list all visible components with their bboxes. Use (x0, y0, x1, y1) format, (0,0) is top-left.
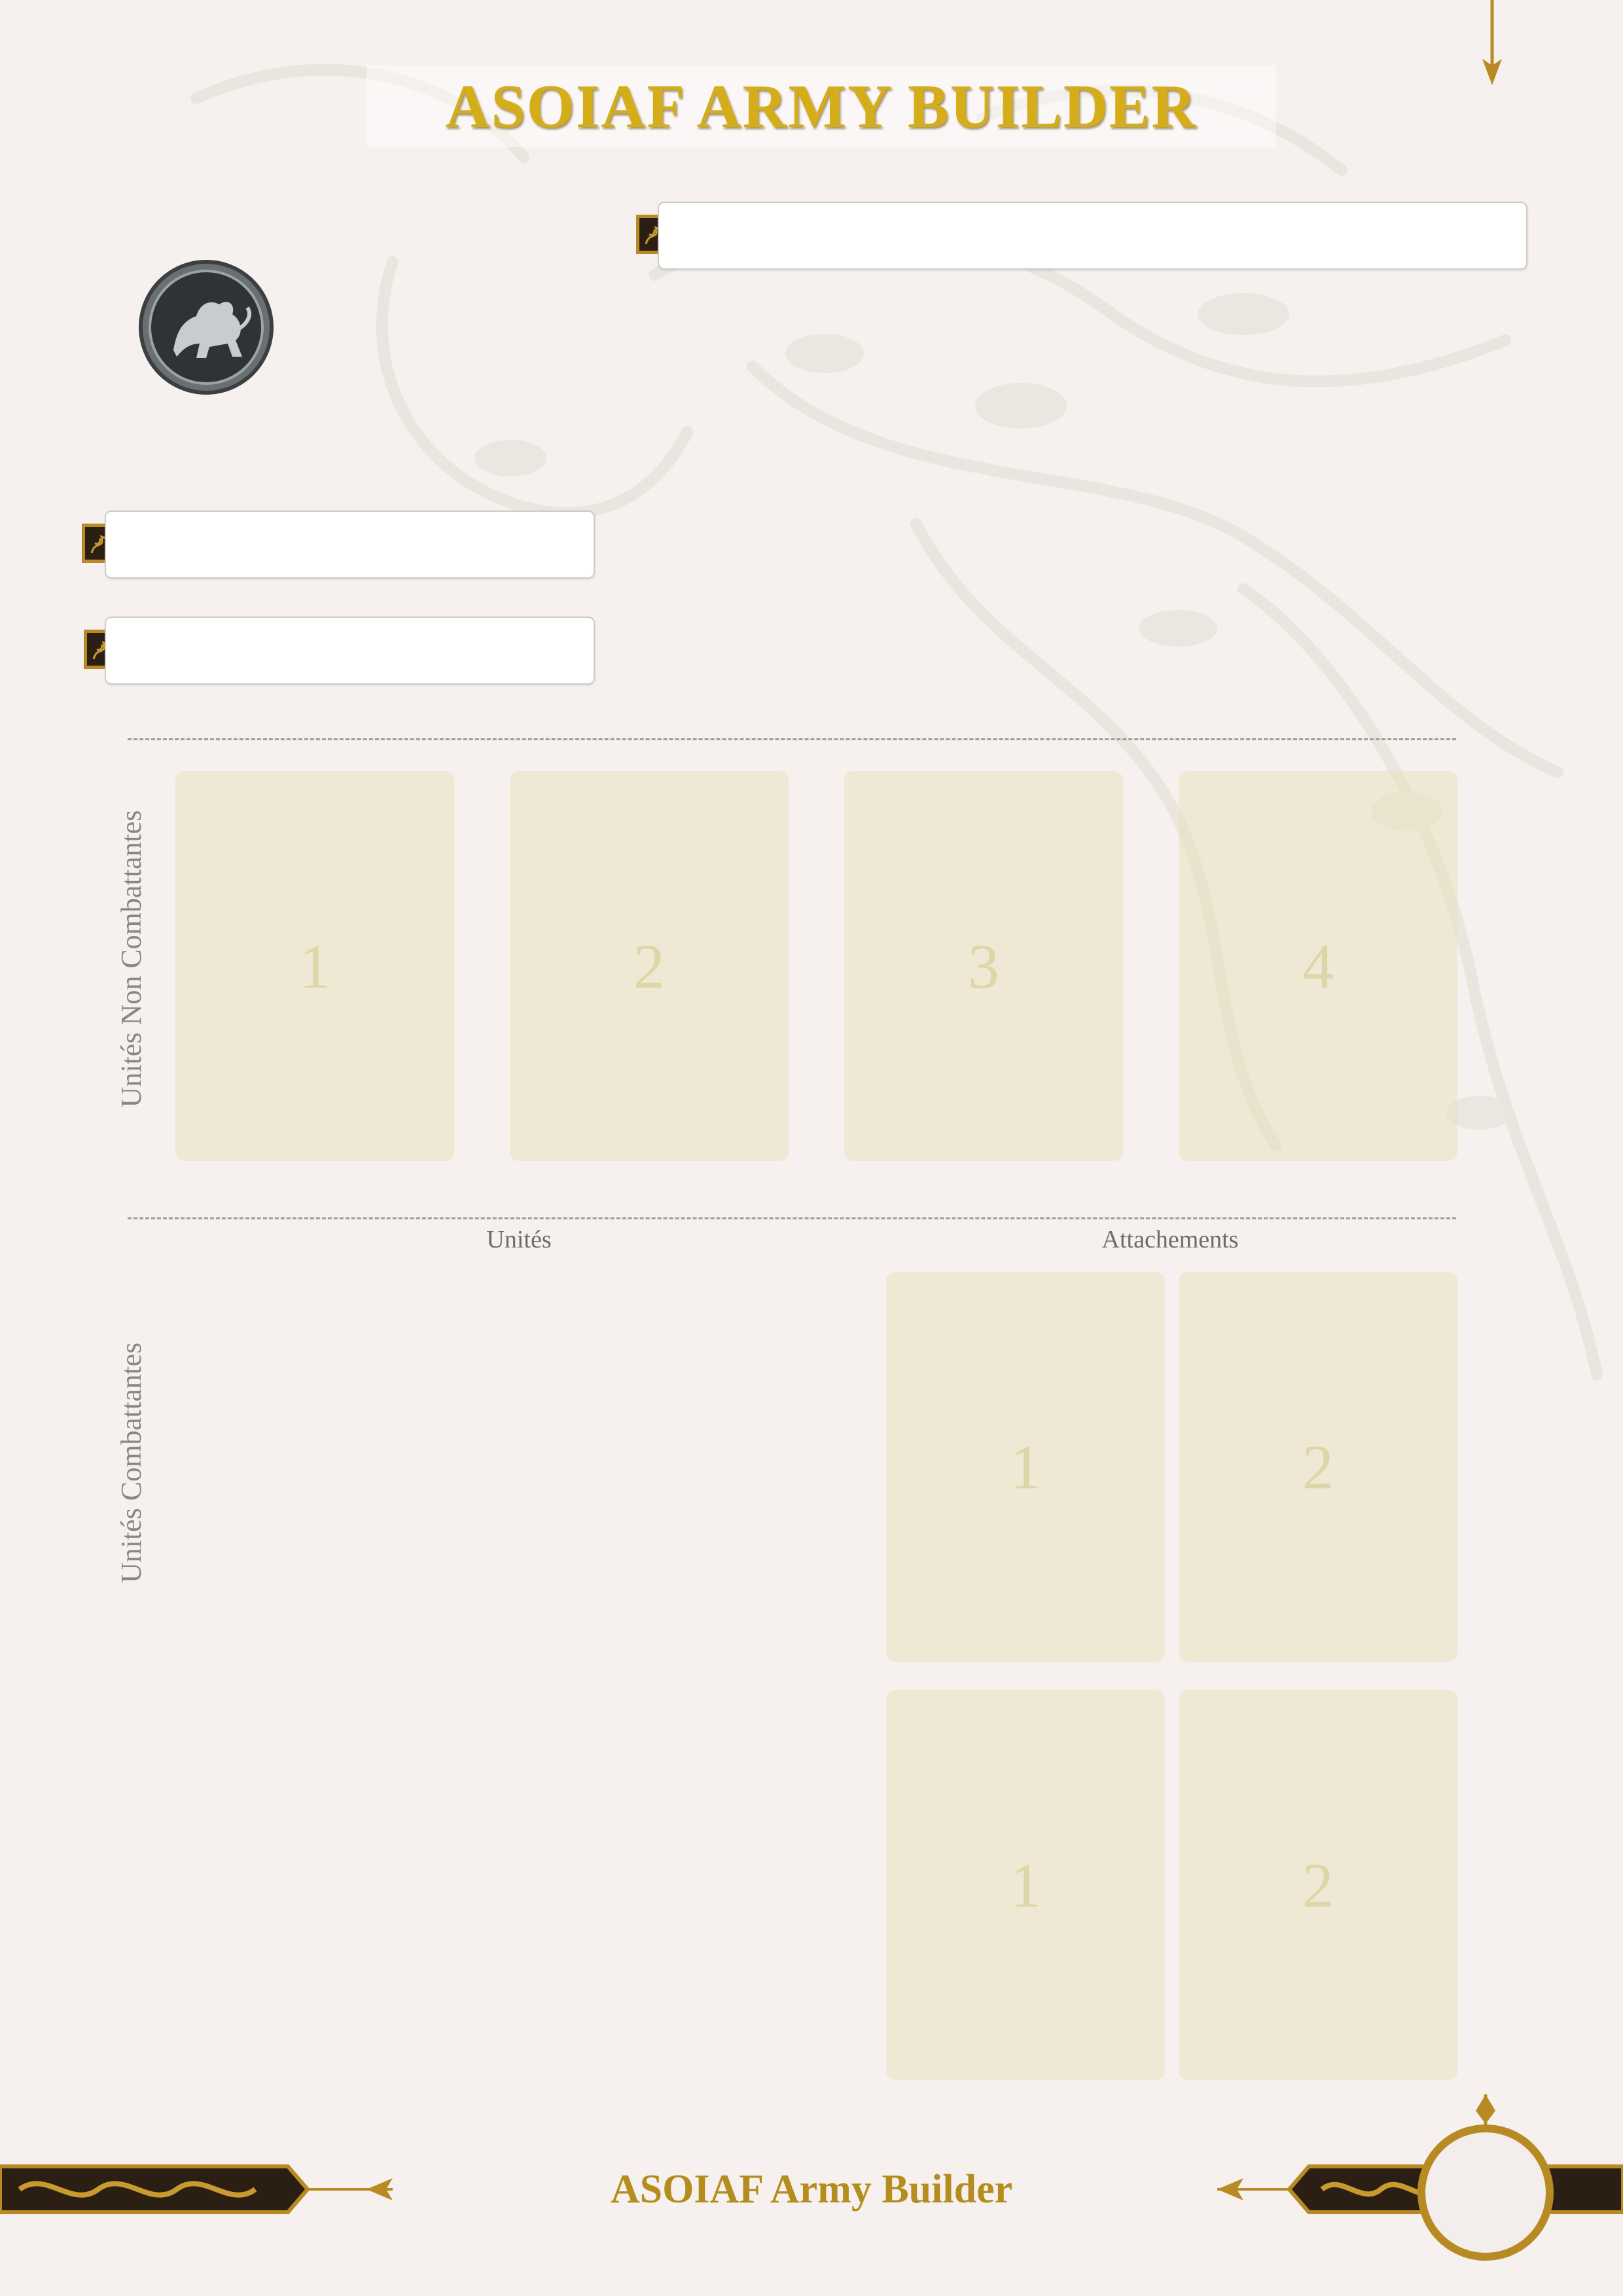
section-divider (128, 1217, 1456, 1219)
top-ornament (1482, 0, 1502, 85)
non-combat-slot[interactable]: 3 (844, 771, 1123, 1161)
section-divider (128, 738, 1456, 740)
attachment-slot[interactable]: 1 (886, 1690, 1165, 2080)
lion-emblem-icon (139, 260, 274, 395)
non-combat-label: Unités Non Combattantes (115, 810, 147, 1108)
footer-right-ornament (1217, 2094, 1623, 2261)
attachment-slot[interactable]: 2 (1179, 1690, 1457, 2080)
footer-left-ornament (0, 2164, 393, 2214)
footer-title: ASOIAF Army Builder (610, 2166, 1013, 2212)
points-input[interactable] (106, 618, 594, 683)
non-combat-slot[interactable]: 2 (510, 771, 789, 1161)
page-title: ASOIAF ARMY BUILDER (445, 72, 1198, 141)
attachment-slot[interactable]: 1 (886, 1272, 1165, 1662)
commander-input[interactable] (106, 512, 594, 577)
combat-label: Unités Combattantes (115, 1342, 147, 1583)
attachments-heading: Attachements (1101, 1226, 1239, 1253)
points-field[interactable] (105, 617, 595, 685)
commander-field[interactable] (105, 511, 595, 579)
attachment-slot[interactable]: 2 (1179, 1272, 1457, 1662)
units-heading: Unités (486, 1226, 552, 1253)
army-name-input[interactable] (659, 203, 1526, 268)
non-combat-slot[interactable]: 1 (175, 771, 454, 1161)
non-combat-slot[interactable]: 4 (1179, 771, 1457, 1161)
army-name-field[interactable] (658, 202, 1527, 270)
